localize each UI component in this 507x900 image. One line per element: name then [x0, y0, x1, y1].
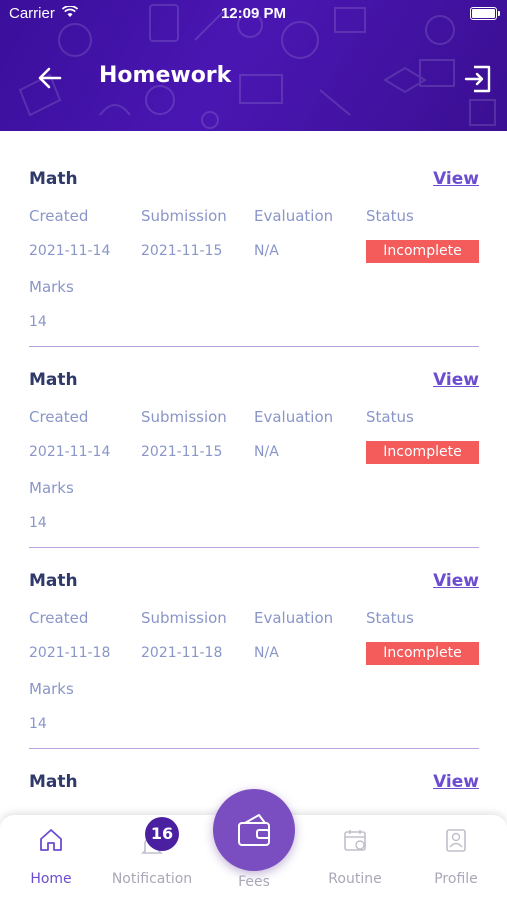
submission-label: Submission: [141, 609, 227, 627]
status-label: Status: [366, 408, 414, 426]
evaluation-label: Evaluation: [254, 207, 334, 225]
calendar-icon: [344, 830, 366, 851]
marks-label: Marks: [29, 278, 74, 296]
evaluation-value: N/A: [254, 243, 279, 259]
marks-label: Marks: [29, 680, 74, 698]
fees-button[interactable]: [213, 789, 295, 871]
subject-name: Math: [29, 772, 78, 792]
tab-home-label: Home: [30, 871, 72, 887]
battery-icon: [470, 7, 500, 20]
submission-date: 2021-11-18: [141, 645, 223, 661]
homework-card: Math View Created Submission Evaluation …: [29, 332, 479, 548]
created-label: Created: [29, 207, 89, 225]
homework-card: Math View Created Submission Evaluation …: [29, 131, 479, 347]
evaluation-label: Evaluation: [254, 609, 334, 627]
notification-count-badge: 16: [145, 817, 179, 851]
view-link[interactable]: View: [433, 571, 479, 591]
created-label: Created: [29, 609, 89, 627]
profile-card-icon: [446, 829, 466, 852]
status-badge: Incomplete: [366, 240, 479, 263]
status-badge: Incomplete: [366, 642, 479, 665]
marks-value: 14: [29, 515, 47, 531]
back-arrow-icon[interactable]: [36, 64, 64, 92]
evaluation-label: Evaluation: [254, 408, 334, 426]
created-label: Created: [29, 408, 89, 426]
status-label: Status: [366, 207, 414, 225]
tab-profile[interactable]: Profile: [420, 815, 492, 900]
submission-date: 2021-11-15: [141, 444, 223, 460]
submission-date: 2021-11-15: [141, 243, 223, 259]
evaluation-value: N/A: [254, 645, 279, 661]
created-date: 2021-11-14: [29, 444, 111, 460]
created-date: 2021-11-14: [29, 243, 111, 259]
tab-routine-label: Routine: [328, 871, 382, 887]
view-link[interactable]: View: [433, 772, 479, 792]
wallet-icon: [238, 814, 270, 846]
app-header: Carrier 12:09 PM Homework: [0, 0, 507, 131]
subject-name: Math: [29, 370, 78, 390]
status-label: Status: [366, 609, 414, 627]
marks-value: 14: [29, 716, 47, 732]
tab-profile-label: Profile: [434, 871, 478, 887]
evaluation-value: N/A: [254, 444, 279, 460]
marks-label: Marks: [29, 479, 74, 497]
homework-list[interactable]: Math View Created Submission Evaluation …: [0, 131, 507, 811]
tab-fees-label: Fees: [238, 874, 270, 890]
status-bar: Carrier 12:09 PM: [0, 0, 507, 28]
logout-icon[interactable]: [463, 64, 493, 94]
tab-notification-label: Notification: [111, 871, 193, 887]
view-link[interactable]: View: [433, 169, 479, 189]
homework-card: Math View Created Submission Evaluation …: [29, 533, 479, 749]
tab-routine[interactable]: Routine: [318, 815, 392, 900]
status-badge: Incomplete: [366, 441, 479, 464]
subject-name: Math: [29, 571, 78, 591]
submission-label: Submission: [141, 207, 227, 225]
clock: 12:09 PM: [220, 5, 287, 22]
marks-value: 14: [29, 314, 47, 330]
home-icon: [40, 829, 62, 851]
created-date: 2021-11-18: [29, 645, 111, 661]
submission-label: Submission: [141, 408, 227, 426]
tab-home[interactable]: Home: [14, 815, 88, 900]
subject-name: Math: [29, 169, 78, 189]
view-link[interactable]: View: [433, 370, 479, 390]
page-title: Homework: [99, 63, 232, 88]
